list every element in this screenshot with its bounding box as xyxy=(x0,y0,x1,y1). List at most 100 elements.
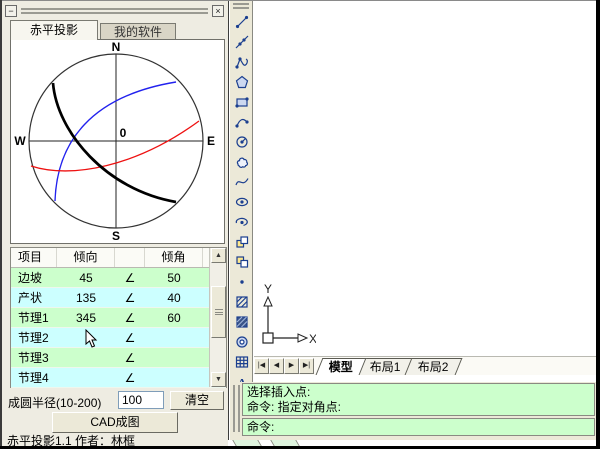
polyline-tool-button[interactable] xyxy=(231,52,252,71)
arc-tool-button[interactable] xyxy=(231,112,252,131)
window-right-edge xyxy=(596,0,600,449)
table-row[interactable]: 节理4 ∠ xyxy=(11,368,226,388)
point-tool-button[interactable] xyxy=(231,272,252,291)
rectangle-tool-button[interactable] xyxy=(231,92,252,111)
point-icon xyxy=(235,275,249,289)
stereonet-svg: N S W E 0 xyxy=(11,40,224,243)
radius-row: 成圆半径(10-200) 清空 xyxy=(6,391,228,411)
close-icon[interactable]: × xyxy=(212,5,224,17)
dip-angle-cell[interactable]: 50 xyxy=(145,268,203,287)
strata-arc xyxy=(31,121,199,171)
line-icon xyxy=(235,15,249,29)
scroll-up-icon[interactable]: ▲ xyxy=(211,248,226,263)
arc-icon xyxy=(235,115,249,129)
dip-direction-cell[interactable]: 345 xyxy=(57,308,115,327)
revision-cloud-tool-button[interactable] xyxy=(231,152,252,171)
construction-line-tool-button[interactable] xyxy=(231,32,252,51)
dip-direction-cell[interactable] xyxy=(57,348,115,367)
layout-tabbar: |◀ ◀ ▶ ▶| 模型 布局1布局2 xyxy=(254,356,596,375)
region-tool-button[interactable] xyxy=(231,332,252,351)
prev-tab-icon[interactable]: ◀ xyxy=(269,358,284,374)
construction-line-icon xyxy=(235,35,249,49)
row-item-label: 节理3 xyxy=(11,348,57,367)
table-row[interactable]: 边坡45∠50 xyxy=(11,268,226,288)
hatch-tool-button[interactable] xyxy=(231,292,252,311)
spline-tool-button[interactable] xyxy=(231,172,252,191)
table-row[interactable]: 节理1345∠60 xyxy=(11,308,226,328)
command-window: 选择插入点:命令: 指定对角点: 命令: xyxy=(230,382,596,440)
dip-angle-cell[interactable] xyxy=(145,368,203,387)
header-spacer xyxy=(115,248,145,267)
line-tool-button[interactable] xyxy=(231,12,252,31)
scrollbar-thumb[interactable] xyxy=(211,286,226,338)
gradient-icon xyxy=(235,315,249,329)
table-tool-button[interactable] xyxy=(231,352,252,371)
command-window-grip[interactable] xyxy=(233,385,240,432)
rectangle-icon xyxy=(235,95,249,109)
tab-my-software[interactable]: 我的软件 xyxy=(100,23,176,40)
label-east: E xyxy=(207,134,215,148)
label-south: S xyxy=(112,229,120,243)
table-scrollbar[interactable]: ▲ ▼ xyxy=(209,248,226,387)
ellipse-icon xyxy=(235,195,249,209)
ellipse-arc-tool-button[interactable] xyxy=(231,212,252,231)
make-block-tool-button[interactable] xyxy=(231,252,252,271)
layout-tabs: 模型布局1布局2 xyxy=(322,358,458,375)
circle-tool-button[interactable] xyxy=(231,132,252,151)
gradient-tool-button[interactable] xyxy=(231,312,252,331)
region-icon xyxy=(235,335,249,349)
polygon-tool-button[interactable] xyxy=(231,72,252,91)
polygon-icon xyxy=(235,75,249,89)
command-input-line[interactable]: 命令: xyxy=(242,418,595,436)
last-tab-icon[interactable]: ▶| xyxy=(299,358,314,374)
dip-angle-cell[interactable]: 60 xyxy=(145,308,203,327)
toolbar-grip[interactable] xyxy=(233,3,249,9)
projection-table-body: 边坡45∠50产状135∠40节理1345∠60节理2∠节理3∠节理4∠ xyxy=(11,268,226,388)
panel-titlebar[interactable]: − × xyxy=(5,4,224,17)
stereonet-panel: − × 赤平投影 我的软件 N S W E 0 xyxy=(2,1,229,446)
table-row[interactable]: 节理2∠ xyxy=(11,328,226,348)
cad-plot-button[interactable]: CAD成图 xyxy=(52,412,178,433)
polyline-icon xyxy=(235,55,249,69)
projection-table: 项目 倾向 倾角 边坡45∠50产状135∠40节理1345∠60节理2∠节理3… xyxy=(10,247,227,388)
insert-block-icon xyxy=(235,235,249,249)
radius-label: 成圆半径(10-200) xyxy=(8,394,101,411)
titlebar-grip[interactable] xyxy=(21,8,208,14)
tab-stereonet[interactable]: 赤平投影 xyxy=(10,20,98,40)
row-item-label: 节理4 xyxy=(11,368,57,387)
clear-button[interactable]: 清空 xyxy=(170,391,224,410)
label-center: 0 xyxy=(120,126,127,140)
scroll-down-icon[interactable]: ▼ xyxy=(211,372,226,387)
make-block-icon xyxy=(235,255,249,269)
ellipse-tool-button[interactable] xyxy=(231,192,252,211)
angle-symbol: ∠ xyxy=(115,368,145,387)
dip-direction-cell[interactable]: 45 xyxy=(57,268,115,287)
toolbar-buttons: A xyxy=(230,12,252,391)
table-row[interactable]: 产状135∠40 xyxy=(11,288,226,308)
dip-angle-cell[interactable]: 40 xyxy=(145,288,203,307)
layout-tab-label: 模型 xyxy=(329,359,353,375)
command-history-line: 命令: 指定对角点: xyxy=(247,400,590,415)
label-west: W xyxy=(14,134,26,148)
dip-direction-cell[interactable]: 135 xyxy=(57,288,115,307)
angle-symbol: ∠ xyxy=(115,348,145,367)
first-tab-icon[interactable]: |◀ xyxy=(254,358,269,374)
minimize-icon[interactable]: − xyxy=(5,5,17,17)
stereonet-plot: N S W E 0 xyxy=(10,39,225,244)
revision-cloud-icon xyxy=(235,155,249,169)
row-item-label: 节理2 xyxy=(11,328,57,347)
tab-model[interactable]: 模型 xyxy=(316,358,367,375)
dip-angle-cell[interactable] xyxy=(145,328,203,347)
angle-symbol: ∠ xyxy=(115,288,145,307)
drawing-canvas[interactable]: Y X xyxy=(254,1,596,376)
ucs-y-label: Y xyxy=(264,282,272,296)
layout-tab-label: 布局1 xyxy=(370,359,401,375)
next-tab-icon[interactable]: ▶ xyxy=(284,358,299,374)
table-row[interactable]: 节理3 ∠ xyxy=(11,348,226,368)
dip-angle-cell[interactable] xyxy=(145,348,203,367)
dip-direction-cell[interactable] xyxy=(57,368,115,387)
radius-input[interactable] xyxy=(118,391,164,409)
tab-layout2[interactable]: 布局2 xyxy=(404,358,462,375)
insert-block-tool-button[interactable] xyxy=(231,232,252,251)
command-history: 选择插入点:命令: 指定对角点: xyxy=(242,383,595,416)
